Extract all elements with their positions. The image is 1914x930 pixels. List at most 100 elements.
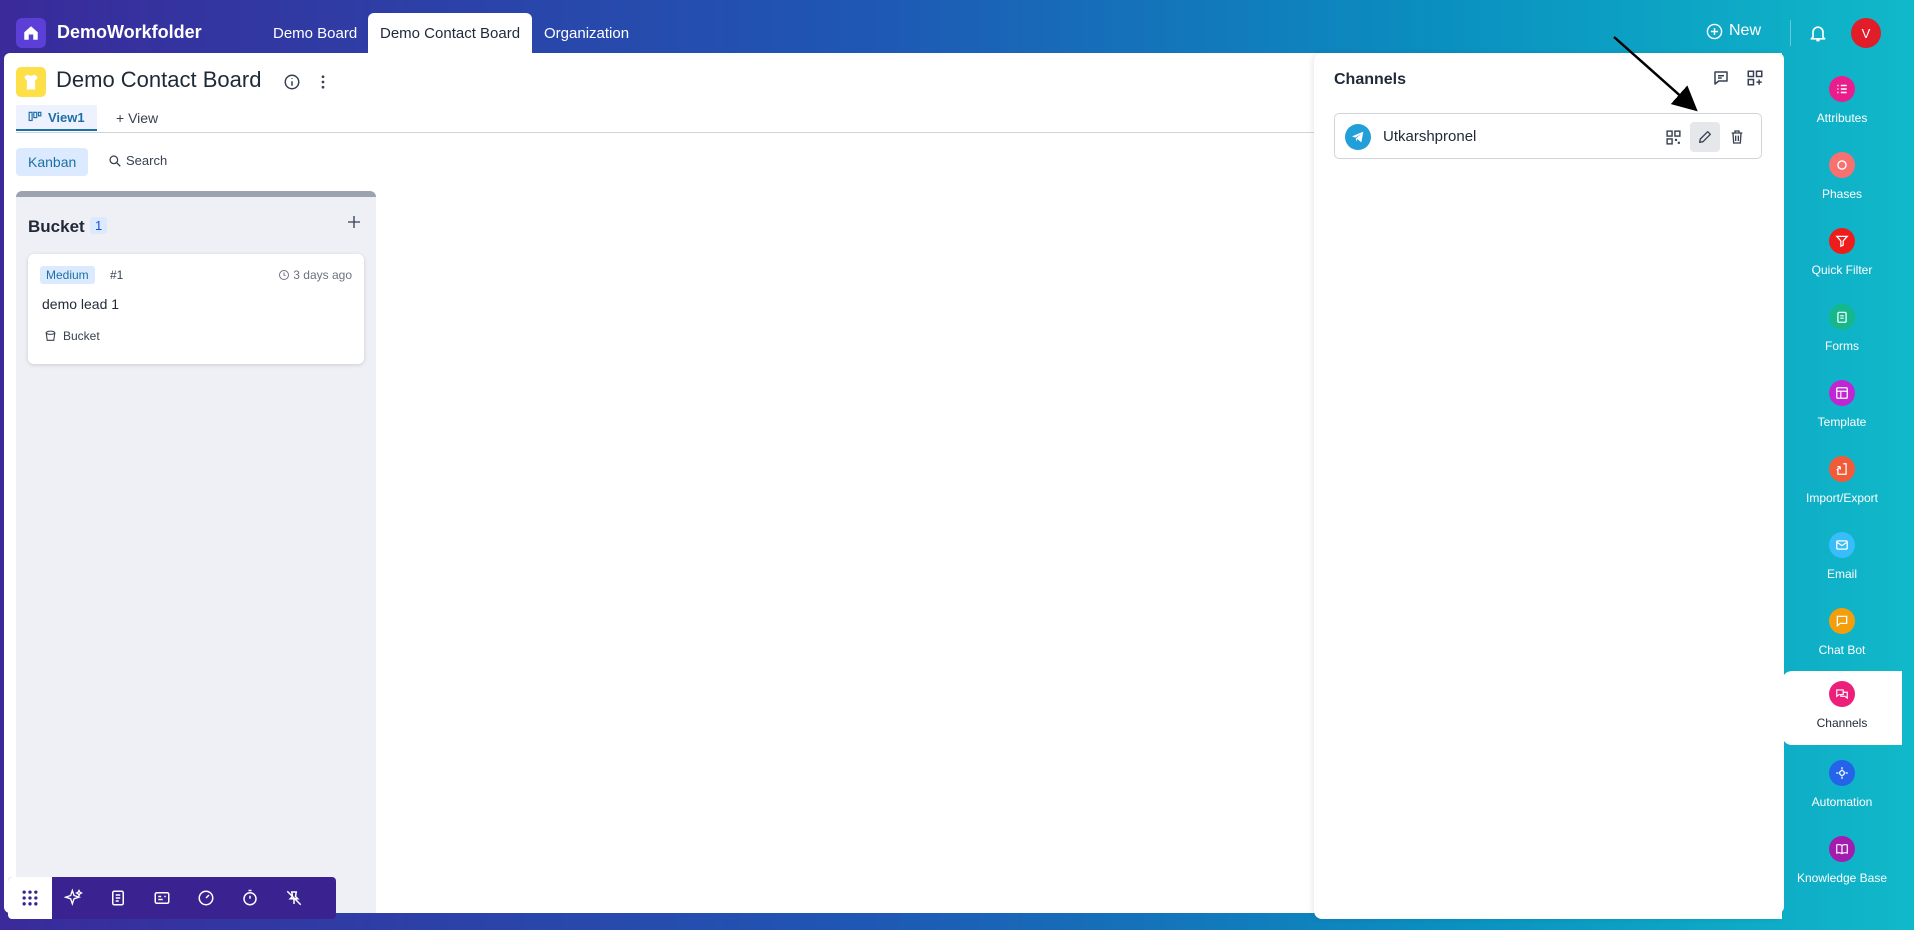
timer-icon (243, 889, 257, 906)
bucket-icon (45, 330, 56, 341)
column-count-badge: 1 (90, 217, 108, 234)
kanban-toggle[interactable]: Kanban (16, 148, 89, 176)
view-tab-label: View1 (48, 109, 85, 125)
sidebar-item-label: Quick Filter (1811, 263, 1873, 277)
gauge-icon (198, 890, 214, 906)
card-bucket-label: Bucket (63, 329, 100, 343)
filter-icon (1829, 228, 1855, 254)
sidebar-item-label: Email (1826, 567, 1857, 581)
sidebar-item-email[interactable]: Email (1782, 522, 1902, 594)
phases-icon (1829, 152, 1855, 178)
pin-off-icon (286, 890, 302, 906)
card-time-label: 3 days ago (293, 268, 352, 282)
channel-delete-button[interactable] (1722, 122, 1752, 152)
sidebar-item-label: Knowledge Base (1796, 871, 1888, 885)
notification-button[interactable] (1808, 22, 1828, 49)
new-button-label: New (1729, 22, 1762, 39)
import-export-icon (1829, 456, 1855, 482)
unpin-button[interactable] (272, 877, 316, 919)
search-button[interactable]: Search (108, 153, 167, 168)
board-icon (16, 67, 46, 97)
id-card-button[interactable] (140, 877, 184, 919)
telegram-icon (1345, 124, 1371, 150)
trash-icon (1731, 130, 1743, 144)
card-timestamp: 3 days ago (278, 268, 352, 282)
tab-organization[interactable]: Organization (532, 14, 641, 53)
home-button[interactable] (16, 18, 46, 48)
lead-card[interactable]: Medium #1 3 days ago demo lead 1 Bucket (28, 254, 364, 364)
kanban-view-icon (28, 111, 42, 122)
channel-edit-button[interactable] (1690, 122, 1720, 152)
attributes-icon (1829, 76, 1855, 102)
sidebar-item-label: Chat Bot (1818, 643, 1866, 657)
card-id: #1 (110, 268, 124, 282)
home-icon (24, 26, 38, 40)
add-view-button[interactable]: + View (116, 110, 158, 126)
message-icon (1714, 71, 1728, 85)
document-button[interactable] (96, 877, 140, 919)
search-label: Search (126, 153, 168, 168)
ai-sparkle-button[interactable] (52, 877, 96, 919)
plus-icon (348, 216, 360, 228)
chatbot-icon (1829, 608, 1855, 634)
divider (1790, 20, 1791, 46)
template-icon (1829, 380, 1855, 406)
grid-dots-icon (22, 890, 38, 906)
sidebar-item-quick-filter[interactable]: Quick Filter (1782, 218, 1902, 290)
bell-icon (1810, 26, 1826, 42)
board-info-button[interactable] (283, 73, 301, 96)
channel-name: Utkarshpronel (1383, 128, 1477, 145)
workspace-name[interactable]: DemoWorkfolder (57, 22, 202, 43)
sidebar-item-phases[interactable]: Phases (1782, 142, 1902, 214)
timer-button[interactable] (228, 877, 272, 919)
sidebar-item-label: Forms (1825, 339, 1859, 353)
plus-circle-icon (1706, 23, 1723, 39)
dashboard-button[interactable] (184, 877, 228, 919)
channels-panel-title: Channels (1334, 71, 1407, 88)
sparkle-icon (64, 888, 83, 906)
chat-channel-button[interactable] (1712, 69, 1730, 92)
info-icon (284, 74, 300, 90)
document-icon (112, 890, 124, 906)
shirt-icon (24, 74, 38, 90)
sidebar-item-label: Automation (1811, 795, 1873, 809)
page-title: Demo Contact Board (56, 67, 262, 92)
add-card-button[interactable] (346, 213, 362, 236)
email-icon (1829, 532, 1855, 558)
kanban-column: Bucket 1 Medium #1 3 days ago demo lead … (16, 191, 376, 913)
avatar[interactable]: V (1851, 18, 1881, 48)
sidebar-item-chat-bot[interactable]: Chat Bot (1782, 598, 1902, 670)
sidebar-item-channels[interactable]: Channels (1782, 671, 1902, 745)
board-more-button[interactable] (314, 73, 332, 96)
id-card-icon (154, 892, 170, 904)
sidebar-item-label: Channels (1816, 716, 1868, 730)
knowledge-base-icon (1829, 836, 1855, 862)
sidebar-item-import-export[interactable]: Import/Export (1782, 446, 1902, 518)
tab-demo-board[interactable]: Demo Board (261, 14, 369, 53)
card-title: demo lead 1 (42, 296, 120, 312)
pencil-icon (1699, 131, 1711, 143)
sidebar-item-template[interactable]: Template (1782, 370, 1902, 442)
card-bucket: Bucket (44, 329, 100, 343)
channel-qr-button[interactable] (1658, 122, 1688, 152)
priority-badge: Medium (40, 266, 95, 284)
apps-grid-button[interactable] (8, 877, 52, 919)
add-widget-button[interactable] (1746, 69, 1764, 92)
sidebar-item-label: Import/Export (1805, 491, 1879, 505)
channels-icon (1829, 681, 1855, 707)
column-title: Bucket (28, 217, 85, 236)
channel-item[interactable]: Utkarshpronel (1334, 113, 1762, 159)
new-button[interactable]: New (1706, 22, 1761, 40)
clock-icon (279, 270, 290, 280)
sidebar-item-attributes[interactable]: Attributes (1782, 66, 1902, 138)
tab-view1[interactable]: View1 (16, 105, 97, 131)
sidebar-item-label: Attributes (1816, 111, 1868, 125)
forms-icon (1829, 304, 1855, 330)
grid-plus-icon (1747, 70, 1763, 86)
tab-demo-contact-board[interactable]: Demo Contact Board (368, 13, 533, 53)
sidebar-item-knowledge-base[interactable]: Knowledge Base (1782, 826, 1902, 898)
sidebar-item-label: Template (1817, 415, 1867, 429)
more-vertical-icon (321, 75, 325, 89)
sidebar-item-forms[interactable]: Forms (1782, 294, 1902, 366)
sidebar-item-automation[interactable]: Automation (1782, 750, 1902, 822)
